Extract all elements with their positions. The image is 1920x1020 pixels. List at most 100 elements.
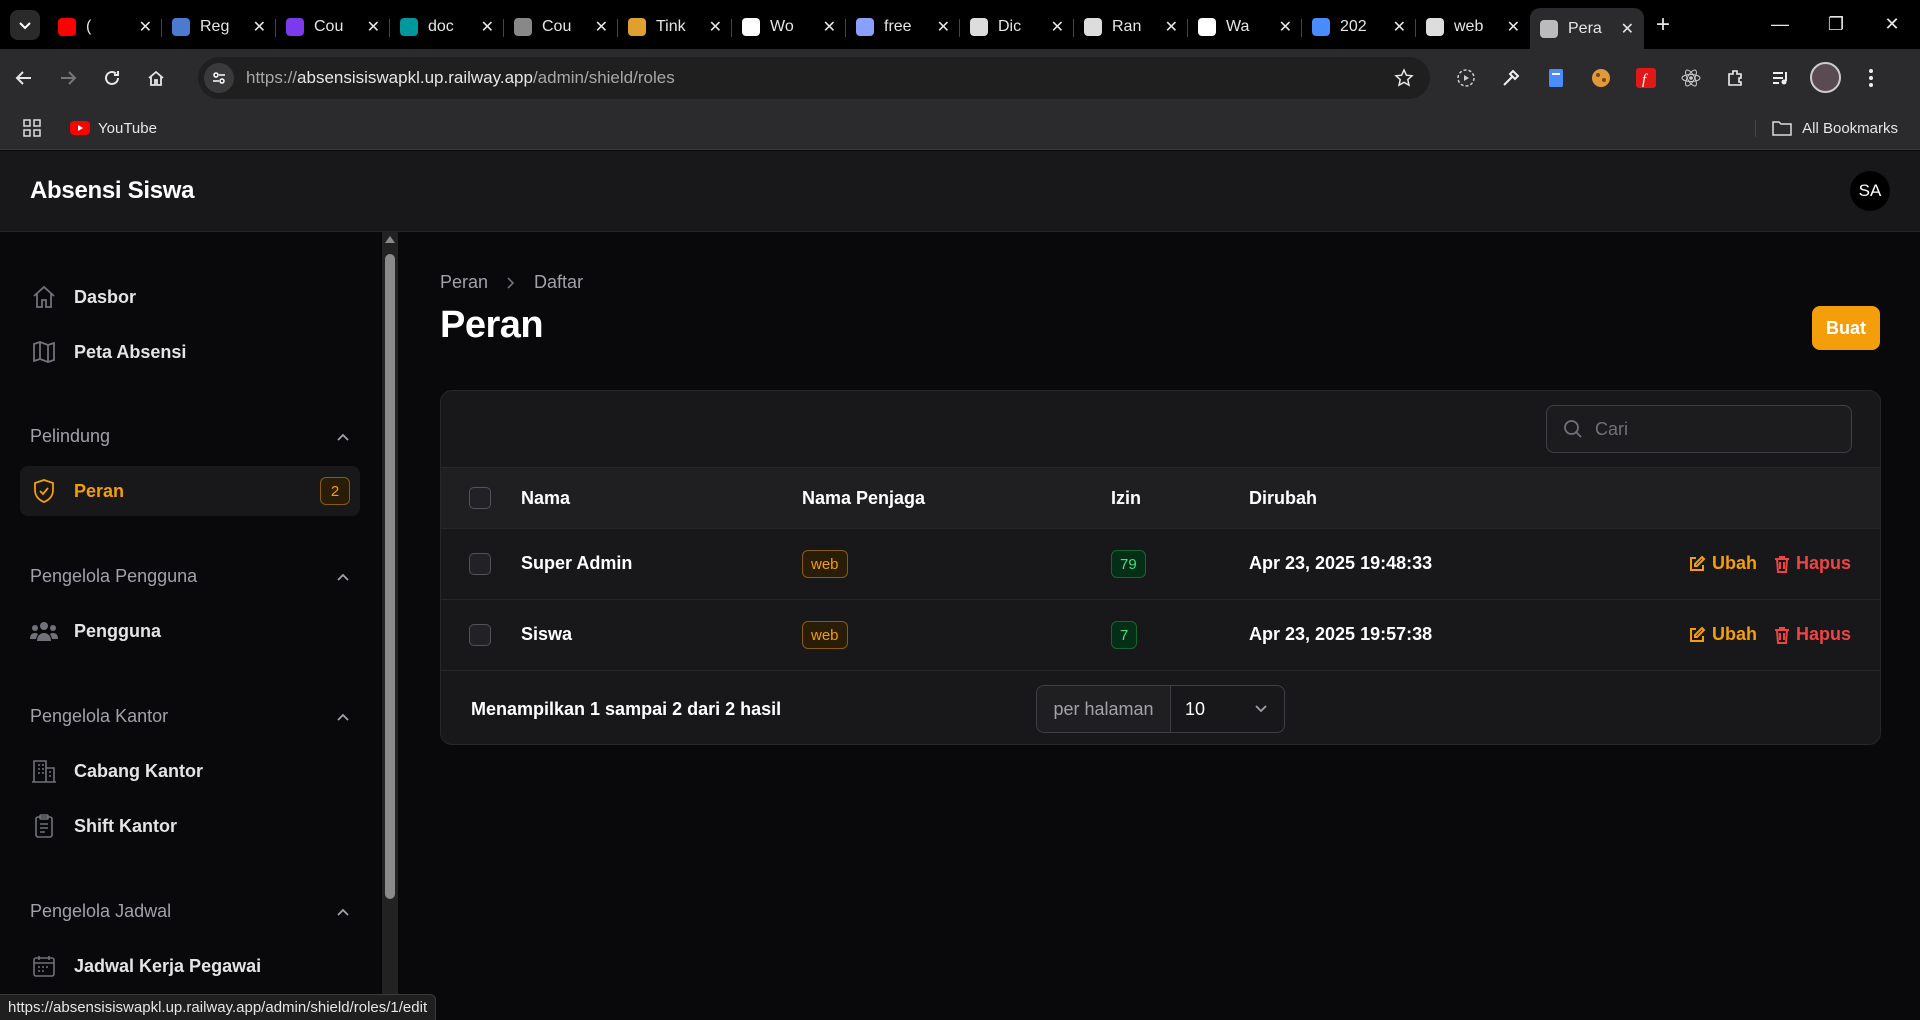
scroll-up-arrow[interactable]: [385, 236, 395, 243]
sidebar-group-label: Pengelola Pengguna: [30, 566, 198, 586]
new-tab-button[interactable]: +: [1656, 11, 1670, 39]
sidebar-group-pengelola-pengguna[interactable]: Pengelola Pengguna: [30, 566, 350, 587]
row-checkbox[interactable]: [469, 624, 491, 646]
puzzle-extensions-icon[interactable]: [1720, 62, 1751, 93]
table-row[interactable]: Super Admin web 79 Apr 23, 2025 19:48:33…: [441, 529, 1880, 600]
close-tab-icon[interactable]: ✕: [1051, 17, 1064, 37]
browser-tab[interactable]: Tink ✕: [618, 8, 732, 46]
sidebar-group-pengelola-jadwal[interactable]: Pengelola Jadwal: [30, 901, 350, 922]
sidebar-group-pelindung[interactable]: Pelindung: [30, 426, 350, 447]
search-field[interactable]: [1546, 405, 1852, 453]
browser-tab[interactable]: free ✕: [846, 8, 960, 46]
media-controls-icon[interactable]: [1765, 62, 1796, 93]
browser-tab[interactable]: Cou ✕: [504, 8, 618, 46]
browser-tab[interactable]: Cou ✕: [276, 8, 390, 46]
browser-tab[interactable]: 202 ✕: [1302, 8, 1416, 46]
apps-grid-icon[interactable]: [22, 118, 42, 138]
arrow-left-icon: [15, 71, 31, 85]
sidebar-group-pengelola-kantor[interactable]: Pengelola Kantor: [30, 706, 350, 727]
sidebar-item-jadwal-kerja[interactable]: Jadwal Kerja Pegawai: [20, 941, 360, 991]
sidebar-item-shift-kantor[interactable]: Shift Kantor: [20, 801, 360, 851]
bookmark-youtube[interactable]: YouTube: [70, 120, 157, 137]
create-button[interactable]: Buat: [1812, 306, 1880, 350]
browser-tab[interactable]: doc ✕: [390, 8, 504, 46]
docs-extension-icon[interactable]: [1540, 62, 1571, 93]
eyedropper-icon[interactable]: [1495, 62, 1526, 93]
react-devtools-icon[interactable]: [1675, 62, 1706, 93]
roles-table-card: Nama Nama Penjaga Izin Dirubah Super Adm…: [440, 390, 1881, 745]
minimize-button[interactable]: —: [1752, 0, 1808, 49]
user-avatar[interactable]: SA: [1850, 171, 1890, 211]
scrollbar-thumb[interactable]: [385, 254, 395, 899]
close-window-button[interactable]: ✕: [1864, 0, 1920, 49]
sidebar-item-peran[interactable]: Peran 2: [20, 466, 360, 516]
sidebar-item-pengguna[interactable]: Pengguna: [20, 606, 360, 656]
reload-button[interactable]: [92, 58, 132, 98]
sidebar-item-dasbor[interactable]: Dasbor: [20, 272, 360, 322]
address-bar[interactable]: https://absensisiswapkl.up.railway.app/a…: [198, 57, 1430, 99]
chevron-up-icon: [337, 573, 349, 581]
close-tab-icon[interactable]: ✕: [481, 17, 494, 37]
site-info-button[interactable]: [204, 63, 234, 93]
back-button[interactable]: [4, 58, 44, 98]
browser-tab[interactable]: Reg ✕: [162, 8, 276, 46]
status-bar-url: https://absensisiswapkl.up.railway.app/a…: [0, 994, 437, 1020]
edit-button[interactable]: Ubah: [1688, 624, 1757, 645]
all-bookmarks-button[interactable]: All Bookmarks: [1755, 119, 1898, 137]
column-header-nama[interactable]: Nama: [521, 488, 570, 509]
browser-tab[interactable]: Wa ✕: [1188, 8, 1302, 46]
sidebar-item-cabang-kantor[interactable]: Cabang Kantor: [20, 746, 360, 796]
browser-tab[interactable]: web ✕: [1416, 8, 1530, 46]
media-icon[interactable]: [1450, 62, 1481, 93]
column-header-izin[interactable]: Izin: [1111, 488, 1141, 509]
users-icon: [30, 617, 58, 645]
tab-search-button[interactable]: [10, 9, 40, 40]
app-brand[interactable]: Absensi Siswa: [30, 177, 194, 205]
cookie-extension-icon[interactable]: [1585, 62, 1616, 93]
forward-button[interactable]: [48, 58, 88, 98]
browser-tab[interactable]: Wo ✕: [732, 8, 846, 46]
close-tab-icon[interactable]: ✕: [253, 17, 266, 37]
close-tab-icon[interactable]: ✕: [937, 17, 950, 37]
globe-icon: [1540, 19, 1558, 38]
home-button[interactable]: [136, 58, 176, 98]
rocket-icon: [172, 17, 190, 36]
browser-tab[interactable]: Ran ✕: [1074, 8, 1188, 46]
close-tab-icon[interactable]: ✕: [709, 17, 722, 37]
close-tab-icon[interactable]: ✕: [595, 17, 608, 37]
close-tab-icon[interactable]: ✕: [1393, 17, 1406, 37]
breadcrumb-root-link[interactable]: Peran: [440, 272, 488, 293]
edit-button[interactable]: Ubah: [1688, 553, 1757, 574]
per-page-select[interactable]: per halaman 10: [1036, 685, 1285, 733]
delete-button[interactable]: Hapus: [1774, 553, 1851, 574]
browser-tab[interactable]: Dic ✕: [960, 8, 1074, 46]
close-tab-icon[interactable]: ✕: [823, 17, 836, 37]
browser-tab[interactable]: (✕: [48, 8, 162, 46]
flash-extension-icon[interactable]: f: [1630, 62, 1661, 93]
close-tab-icon[interactable]: ✕: [1279, 17, 1292, 37]
table-row[interactable]: Siswa web 7 Apr 23, 2025 19:57:38 Ubah H…: [441, 600, 1880, 671]
column-header-nama-penjaga[interactable]: Nama Penjaga: [802, 488, 925, 509]
row-checkbox[interactable]: [469, 553, 491, 575]
profile-avatar[interactable]: [1810, 62, 1841, 93]
column-header-dirubah[interactable]: Dirubah: [1249, 488, 1317, 509]
browser-tab[interactable]: Pera ✕: [1530, 8, 1644, 49]
breadcrumb-current: Daftar: [534, 272, 584, 292]
sidebar-item-peta-absensi[interactable]: Peta Absensi: [20, 327, 360, 377]
building-icon: [30, 757, 58, 785]
role-name: Siswa: [521, 624, 573, 644]
select-all-checkbox[interactable]: [469, 487, 491, 509]
url-prefix: https://: [246, 68, 298, 87]
close-tab-icon[interactable]: ✕: [1507, 17, 1520, 37]
close-tab-icon[interactable]: ✕: [1165, 17, 1178, 37]
kebab-menu-icon[interactable]: [1855, 62, 1886, 93]
close-tab-icon[interactable]: ✕: [1621, 19, 1634, 39]
bookmark-star-button[interactable]: [1394, 68, 1414, 88]
sidebar-scrollbar[interactable]: [382, 232, 398, 1020]
close-tab-icon[interactable]: ✕: [139, 17, 152, 37]
close-tab-icon[interactable]: ✕: [367, 17, 380, 37]
restore-button[interactable]: ❐: [1808, 0, 1864, 49]
search-input[interactable]: [1595, 418, 1815, 440]
delete-button[interactable]: Hapus: [1774, 624, 1851, 645]
per-page-value-box[interactable]: 10: [1171, 686, 1284, 732]
